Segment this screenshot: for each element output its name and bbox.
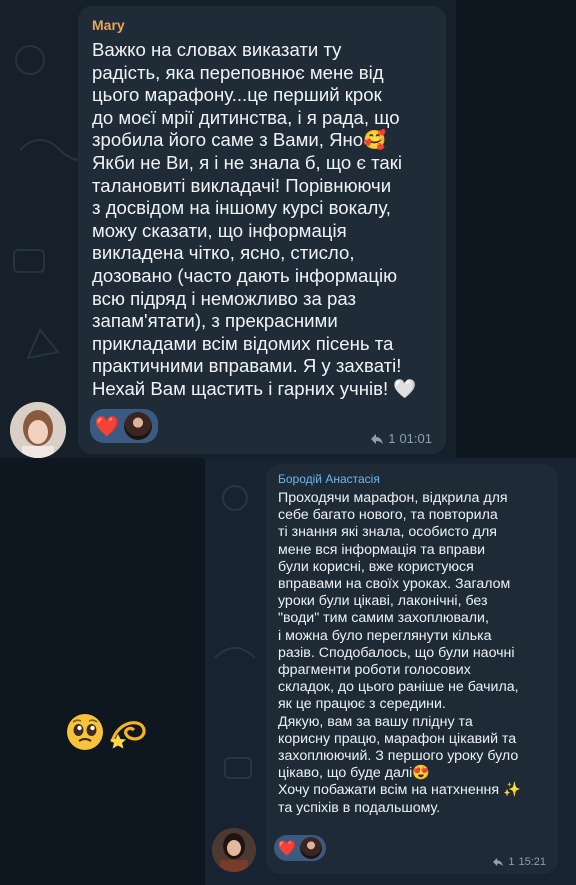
message-meta: 1 01:01 xyxy=(370,431,432,446)
message-text: Проходячи марафон, відкрила для себе баг… xyxy=(278,490,521,816)
heart-reaction-icon: ❤️ xyxy=(94,415,120,438)
message-time: 01:01 xyxy=(399,431,432,446)
message-bubble[interactable]: Mary Важко на словах виказати ту радість… xyxy=(78,6,446,454)
chat-panel-top: Mary Важко на словах виказати ту радість… xyxy=(0,0,456,458)
heart-reaction-icon: ❤️ xyxy=(277,840,297,857)
reply-count: 1 xyxy=(508,856,515,868)
message-bubble[interactable]: Бородій Анастасія Проходячи марафон, від… xyxy=(266,464,558,874)
author-avatar[interactable] xyxy=(10,402,66,458)
reply-arrow-icon xyxy=(493,857,504,867)
dizzy-emoji[interactable] xyxy=(108,712,148,752)
background-strip xyxy=(456,0,576,458)
reaction-pill[interactable]: ❤️ xyxy=(90,409,158,443)
background-strip xyxy=(0,458,205,885)
message-meta: 1 15:21 xyxy=(492,856,546,868)
message-author[interactable]: Mary xyxy=(92,17,125,33)
reaction-pill[interactable]: ❤️ xyxy=(274,835,326,861)
message-text: Важко на словах виказати ту радість, яка… xyxy=(92,39,417,399)
reactor-avatar xyxy=(300,837,322,859)
message-author[interactable]: Бородій Анастасія xyxy=(278,472,380,486)
author-avatar[interactable] xyxy=(212,828,256,872)
avatar-portrait xyxy=(212,828,256,872)
reactor-avatar xyxy=(124,412,152,440)
pleading-face-emoji[interactable] xyxy=(66,713,104,751)
reply-arrow-icon xyxy=(371,433,384,444)
reply-count: 1 xyxy=(388,431,396,446)
message-time: 15:21 xyxy=(518,856,546,868)
avatar-portrait xyxy=(10,402,66,458)
